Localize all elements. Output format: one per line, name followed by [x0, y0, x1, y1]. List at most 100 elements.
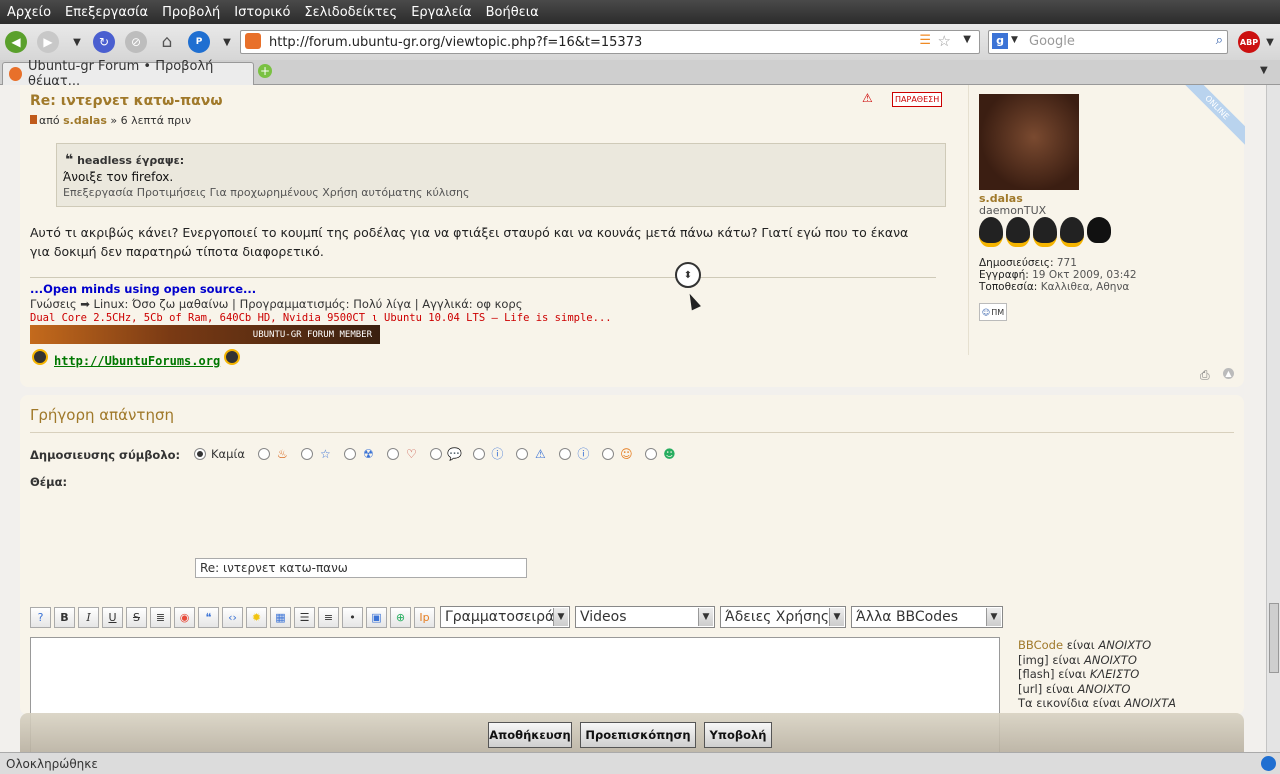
location-label: Τοποθεσία:	[979, 281, 1038, 293]
autoscroll-icon: ⬍	[675, 262, 701, 288]
report-icon[interactable]: ⚠	[862, 91, 876, 105]
menu-view[interactable]: Προβολή	[155, 5, 227, 20]
quote-icon[interactable]: ❝	[198, 606, 219, 628]
post-body: Αυτό τι ακριβώς κάνει? Ενεργοποιεί το κο…	[30, 225, 909, 259]
reload-icon[interactable]: ↻	[93, 31, 115, 53]
forward-icon[interactable]: ▶	[37, 31, 59, 53]
menu-file[interactable]: Αρχείο	[0, 5, 58, 20]
rss-icon[interactable]: ☰	[919, 33, 931, 48]
tab-list-icon[interactable]: ▼	[1260, 65, 1268, 76]
align-icon[interactable]: ≣	[150, 606, 171, 628]
vertical-scrollbar[interactable]	[1266, 85, 1280, 752]
search-placeholder: Google	[1029, 34, 1075, 49]
menu-bookmarks[interactable]: Σελιδοδείκτες	[297, 5, 404, 20]
icon-radio[interactable]	[386, 447, 399, 460]
signature-line-1: ...Open minds using open source...	[30, 282, 257, 296]
url-bar[interactable]: http://forum.ubuntu-gr.org/viewtopic.php…	[240, 30, 980, 54]
ordered-list-icon[interactable]: ≡	[318, 606, 339, 628]
icon-radio[interactable]	[300, 447, 313, 460]
status-plugin-icon[interactable]	[1261, 756, 1276, 771]
licenses-select[interactable]: Άδειες Χρήσης ▼	[720, 606, 846, 628]
print-icon[interactable]: ⎙	[1200, 368, 1210, 383]
link-icon[interactable]: ⊕	[390, 606, 411, 628]
tab-forum[interactable]: Ubuntu-gr Forum • Προβολή θέματ...	[2, 59, 254, 89]
menu-edit[interactable]: Επεξεργασία	[58, 5, 155, 20]
hatch-icon[interactable]: ▦	[270, 606, 291, 628]
menu-tools[interactable]: Εργαλεία	[404, 5, 478, 20]
quote-text: Άνοιξε τον firefox.	[63, 170, 174, 184]
icon-radio[interactable]	[601, 447, 614, 460]
joined-value: 19 Οκτ 2009, 03:42	[1032, 269, 1137, 281]
other-bbcodes-select[interactable]: Άλλα BBCodes ▼	[851, 606, 1003, 628]
underline-button[interactable]: U	[102, 606, 123, 628]
plugin-dropdown-icon[interactable]: ▼	[216, 31, 238, 53]
list-item-icon[interactable]: •	[342, 606, 363, 628]
icon-radio-none[interactable]	[194, 447, 206, 460]
search-icon[interactable]: ⌕	[1216, 33, 1223, 48]
google-icon[interactable]: g	[992, 33, 1008, 49]
posts-value: 771	[1056, 257, 1077, 269]
navigation-toolbar: ◀ ▶ ▼ ↻ ⊘ ⌂ P ▼ http://forum.ubuntu-gr.o…	[0, 24, 1280, 61]
url-dropdown-icon[interactable]: ▼	[963, 34, 971, 45]
home-icon[interactable]: ⌂	[156, 31, 178, 53]
icon-radio[interactable]	[558, 447, 571, 460]
bulb-icon[interactable]: ✹	[246, 606, 267, 628]
bb-is: είναι	[1092, 696, 1121, 710]
post-title[interactable]: Re: ιντερνετ κατω-πανω	[30, 93, 223, 109]
rank-tux-icon	[979, 217, 1003, 247]
ip-icon[interactable]: Ip	[414, 606, 435, 628]
rank-images	[979, 217, 1111, 247]
icon-radio[interactable]	[515, 447, 528, 460]
icon-radio[interactable]	[472, 447, 485, 460]
color-icon[interactable]: ◉	[174, 606, 195, 628]
signature-line-3: Dual Core 2.5CHz, 5Cb of Ram, 640Cb HD, …	[30, 312, 612, 324]
save-button[interactable]: Αποθήκευση	[488, 722, 572, 748]
adblock-icon[interactable]: ABP	[1238, 31, 1260, 53]
list-icon[interactable]: ☰	[294, 606, 315, 628]
plugin-icon[interactable]: P	[188, 31, 210, 53]
stop-icon[interactable]: ⊘	[125, 31, 147, 53]
url-text: http://forum.ubuntu-gr.org/viewtopic.php…	[269, 34, 643, 50]
bbcode-link[interactable]: BBCode	[1018, 638, 1063, 652]
font-select[interactable]: Γραμματοσειρά ▼	[440, 606, 570, 628]
help-icon[interactable]: ?	[30, 606, 51, 628]
search-engine-dropdown-icon[interactable]: ▼	[1011, 35, 1018, 45]
new-tab-icon[interactable]: +	[258, 64, 272, 78]
radioactive-icon: ☢	[363, 446, 374, 461]
profile-stats: Δημοσιεύσεις: 771 Εγγραφή: 19 Οκτ 2009, …	[979, 257, 1137, 293]
pm-button[interactable]: ☺ ΠΜ	[979, 303, 1007, 321]
subject-input[interactable]: Re: ιντερνετ κατω-πανω	[195, 558, 527, 578]
licenses-select-value: Άδειες Χρήσης	[725, 609, 830, 625]
quick-reply-panel: Γρήγορη απάντηση Δημοσιευσης σύμβολο: Κα…	[20, 395, 1244, 752]
icon-radio[interactable]	[644, 447, 657, 460]
back-icon[interactable]: ◀	[5, 31, 27, 53]
bold-button[interactable]: B	[54, 606, 75, 628]
code-icon[interactable]: ‹›	[222, 606, 243, 628]
preview-button[interactable]: Προεπισκόπηση	[580, 722, 696, 748]
videos-select[interactable]: Videos ▼	[575, 606, 715, 628]
back-to-top-icon[interactable]: ▲	[1223, 368, 1234, 379]
grin-icon: ☻	[663, 446, 676, 461]
image-icon[interactable]: ▣	[366, 606, 387, 628]
quote-author: headless έγραψε:	[77, 154, 185, 167]
adblock-dropdown-icon[interactable]: ▼	[1263, 31, 1277, 53]
bookmark-star-icon[interactable]: ☆	[938, 32, 951, 50]
history-dropdown-icon[interactable]: ▼	[66, 31, 88, 53]
submit-button[interactable]: Υποβολή	[704, 722, 772, 748]
author-link[interactable]: s.dalas	[63, 114, 107, 127]
strike-button[interactable]: S	[126, 606, 147, 628]
italic-button[interactable]: I	[78, 606, 99, 628]
scrollbar-thumb[interactable]	[1269, 603, 1279, 673]
ubuntuforums-link[interactable]: http://UbuntuForums.org	[54, 354, 220, 368]
signature-divider	[30, 277, 936, 278]
chevron-down-icon: ▼	[698, 608, 713, 626]
menu-history[interactable]: Ιστορικό	[227, 5, 297, 20]
quote-button[interactable]: ΠΑΡΑΘΕΣΗ	[892, 92, 943, 107]
icon-radio[interactable]	[343, 447, 356, 460]
icon-radio[interactable]	[257, 447, 270, 460]
icon-radio[interactable]	[429, 447, 442, 460]
search-bar[interactable]: g ▼ Google ⌕	[988, 30, 1228, 54]
post-author-line: από s.dalas » 6 λεπτά πριν	[30, 114, 191, 127]
menu-help[interactable]: Βοήθεια	[479, 5, 546, 20]
smilies-label: Τα εικονίδια	[1018, 696, 1090, 710]
